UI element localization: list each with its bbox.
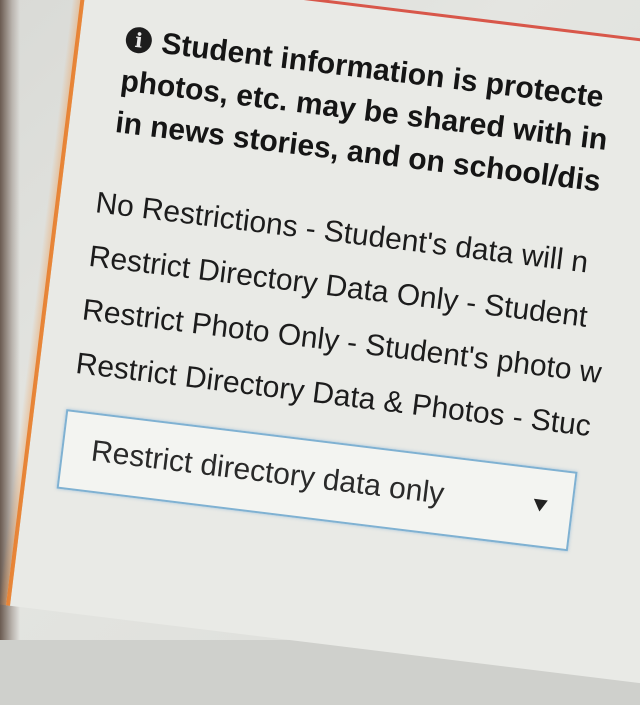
- restriction-select-value: Restrict directory data only: [89, 434, 446, 511]
- privacy-panel: i Student information is protecte photos,…: [0, 0, 640, 698]
- chevron-down-icon[interactable]: [532, 498, 548, 513]
- screen: i Student information is protecte photos,…: [0, 0, 640, 698]
- info-icon: i: [124, 25, 154, 55]
